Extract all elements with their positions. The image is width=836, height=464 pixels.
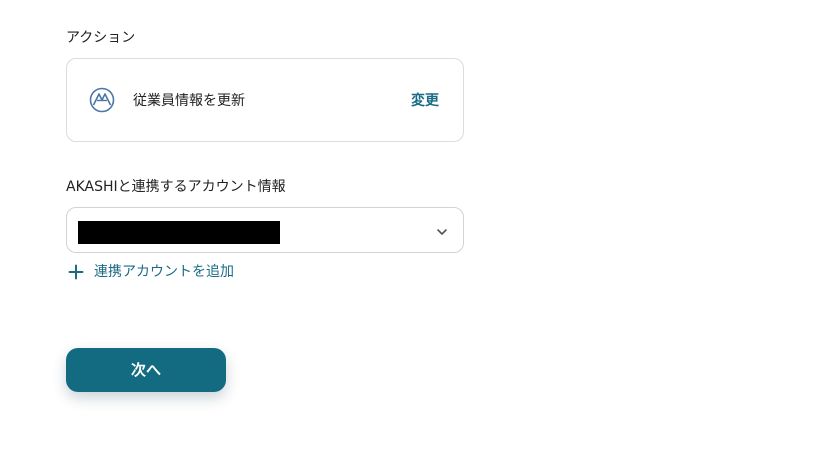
change-action-link[interactable]: 変更 — [411, 91, 439, 111]
action-section-label: アクション — [66, 30, 136, 46]
account-select[interactable] — [66, 207, 464, 253]
account-section-label: AKASHIと連携するアカウント情報 — [66, 179, 286, 195]
plus-icon — [67, 263, 85, 281]
add-account-link[interactable]: 連携アカウントを追加 — [66, 262, 234, 282]
action-name: 従業員情報を更新 — [133, 93, 245, 109]
akashi-logo-icon — [89, 87, 115, 113]
add-account-label: 連携アカウントを追加 — [94, 264, 234, 280]
next-button[interactable]: 次へ — [66, 348, 226, 392]
chevron-down-icon — [435, 224, 449, 238]
action-card: 従業員情報を更新 変更 — [66, 58, 464, 142]
redacted-account-value — [78, 221, 280, 244]
